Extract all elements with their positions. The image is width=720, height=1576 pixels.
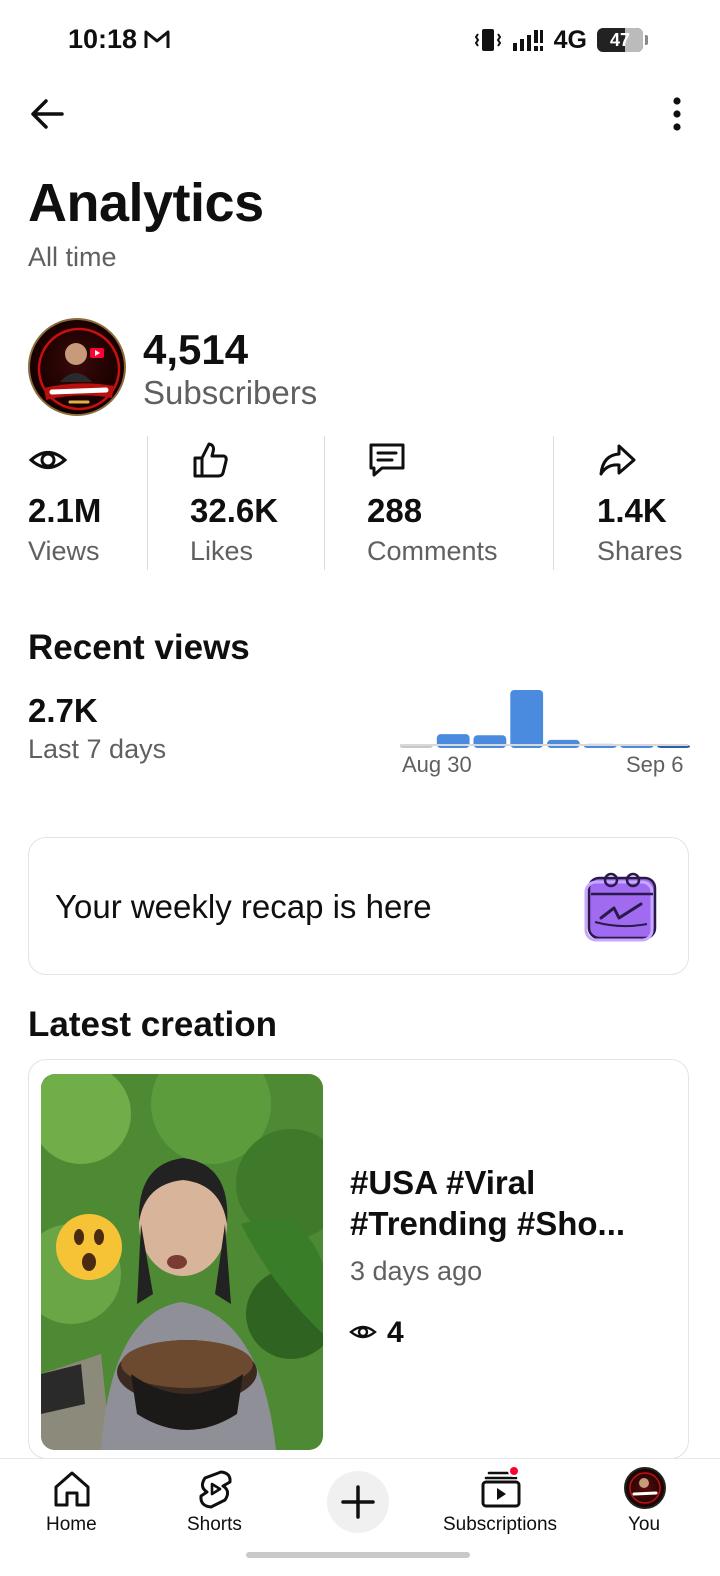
back-arrow-icon[interactable] — [26, 92, 70, 136]
recap-text: Your weekly recap is here — [55, 888, 432, 925]
subscriber-count: 4,514 — [143, 326, 249, 373]
nav-shorts[interactable]: Shorts — [180, 1459, 250, 1559]
likes-label: Likes — [190, 536, 254, 566]
likes-value: 32.6K — [190, 492, 279, 529]
chart-bar — [473, 735, 507, 748]
video-views: 4 — [387, 1316, 404, 1349]
notification-dot — [508, 1465, 520, 1477]
views-label: Views — [28, 536, 100, 566]
shares-label: Shares — [597, 536, 683, 566]
home-icon — [54, 1471, 90, 1507]
weekly-recap-card[interactable]: Your weekly recap is here — [28, 837, 689, 975]
nav-you[interactable]: You — [620, 1459, 670, 1559]
eye-icon — [349, 1325, 377, 1339]
video-title[interactable]: #USA #Viral #Trending #Sho... — [350, 1162, 670, 1244]
battery-cap — [645, 35, 648, 45]
plus-icon — [341, 1485, 375, 1519]
bottom-navigation: Home Shorts Subscriptions You — [0, 1458, 720, 1576]
eye-icon — [28, 451, 68, 469]
subscriber-label: Subscribers — [143, 374, 318, 411]
thumbs-up-icon — [193, 442, 228, 478]
video-age: 3 days ago — [350, 1256, 483, 1286]
recent-views-period: Last 7 days — [28, 734, 167, 764]
recent-views-count: 2.7K — [28, 692, 98, 729]
nav-subscriptions-label: Subscriptions — [443, 1514, 558, 1535]
comments-label: Comments — [367, 536, 498, 566]
x-tick-label: Aug 30 — [402, 752, 472, 777]
vibrate-icon — [474, 29, 501, 51]
metric-divider — [147, 436, 148, 570]
video-thumbnail[interactable] — [41, 1074, 323, 1450]
recent-views-title: Recent views — [28, 628, 250, 667]
channel-avatar[interactable] — [28, 318, 126, 416]
avatar-art — [37, 327, 121, 411]
create-button[interactable] — [327, 1471, 389, 1533]
nav-subscriptions[interactable]: Subscriptions — [442, 1459, 562, 1559]
nav-shorts-label: Shorts — [187, 1514, 242, 1535]
battery-icon: 47 — [597, 28, 643, 52]
status-bar: 10:18 4G 47 — [0, 0, 720, 80]
shares-value: 1.4K — [597, 492, 667, 529]
you-avatar-art — [629, 1472, 661, 1504]
page-title: Analytics — [28, 173, 264, 233]
x-tick-label: Sep 6 — [626, 752, 684, 777]
status-time: 10:18 — [68, 24, 138, 54]
home-indicator[interactable] — [246, 1552, 470, 1558]
network-type: 4G — [553, 25, 587, 54]
chart-bar — [510, 690, 544, 748]
shorts-icon — [199, 1470, 232, 1509]
chart-baseline — [400, 744, 688, 746]
latest-creation-title: Latest creation — [28, 1005, 277, 1044]
views-value: 2.1M — [28, 492, 102, 529]
share-icon — [599, 444, 636, 476]
calendar-check-icon — [584, 872, 657, 942]
signal-icon — [512, 30, 543, 51]
nav-home-label: Home — [46, 1514, 97, 1535]
status-indicators: 4G 47 — [474, 24, 648, 56]
recent-views-chart[interactable] — [400, 686, 690, 748]
metric-divider — [324, 436, 325, 570]
thumbnail-art — [41, 1074, 323, 1450]
page-subtitle: All time — [28, 242, 117, 272]
you-avatar — [624, 1467, 666, 1509]
comment-icon — [369, 443, 405, 477]
nav-home[interactable]: Home — [40, 1459, 104, 1559]
metric-divider — [553, 436, 554, 570]
comments-value: 288 — [367, 492, 423, 529]
latest-creation-card[interactable]: #USA #Viral #Trending #Sho... 3 days ago… — [28, 1059, 689, 1459]
analytics-screen: 10:18 4G 47 Analytics All time 4,514 Sub… — [0, 0, 720, 1576]
battery-level: 47 — [609, 30, 631, 50]
gmail-icon — [144, 30, 170, 48]
more-vert-icon[interactable] — [662, 92, 692, 136]
nav-you-label: You — [628, 1514, 661, 1535]
